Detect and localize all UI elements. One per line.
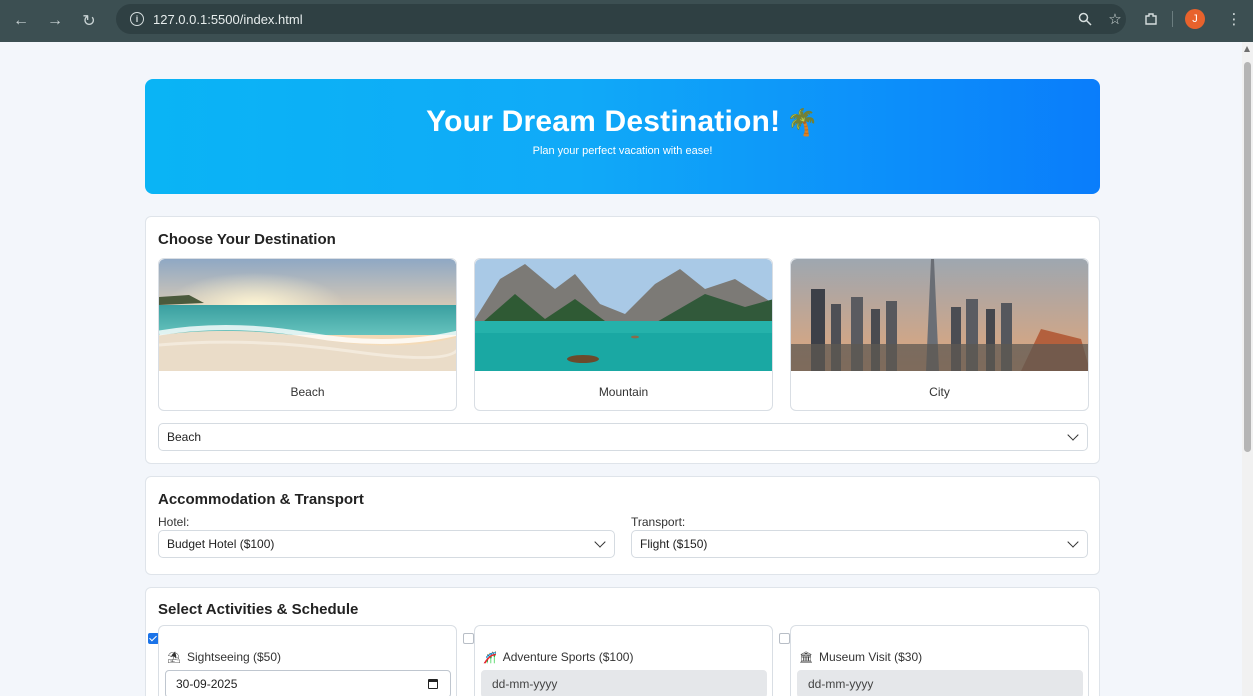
scroll-up-icon[interactable] [1244, 46, 1250, 52]
reload-icon[interactable]: ↻ [76, 8, 102, 34]
accommodation-section: Accommodation & Transport Hotel: Budget … [145, 476, 1100, 575]
activities-section: Select Activities & Schedule ⛱ Sightseei… [145, 587, 1100, 696]
hero-title: Your Dream Destination! [426, 105, 781, 138]
city-image [791, 259, 1088, 371]
activity-label: Sightseeing ($50) [186, 650, 282, 664]
sightseeing-icon: ⛱ [167, 651, 181, 664]
palm-tree-icon: 🌴 [786, 107, 819, 137]
transport-select[interactable]: Flight ($150) [631, 530, 1088, 558]
address-url[interactable]: 127.0.0.1:5500/index.html [153, 12, 303, 27]
activity-date-input[interactable]: 30-09-2025 [165, 670, 451, 696]
destination-card-mountain[interactable]: Mountain [474, 258, 773, 411]
destination-select[interactable]: Beach [158, 423, 1088, 451]
museum-icon: 🏛 [799, 651, 813, 664]
activity-card-adventure: 🎢 Adventure Sports ($100) dd-mm-yyyy [474, 625, 773, 696]
scrollbar-thumb[interactable] [1244, 62, 1251, 452]
hero-title-row: Your Dream Destination! 🌴 [145, 105, 1100, 139]
destination-card-beach[interactable]: Beach [158, 258, 457, 411]
destination-label: Beach [290, 385, 325, 399]
destination-section: Choose Your Destination Beach Mountain C… [145, 216, 1100, 464]
transport-label: Transport: [631, 515, 686, 529]
activity-title: 🎢 Adventure Sports ($100) [483, 650, 633, 664]
back-icon[interactable]: ← [8, 8, 34, 34]
destination-heading: Choose Your Destination [158, 231, 336, 248]
chevron-down-icon [594, 536, 606, 548]
activity-date-value: dd-mm-yyyy [808, 677, 874, 691]
hotel-label: Hotel: [158, 515, 190, 529]
calendar-icon[interactable] [428, 679, 438, 689]
browser-toolbar: ← → ↻ i 127.0.0.1:5500/index.html ☆ J ⋮ [0, 0, 1253, 42]
adventure-icon: 🎢 [483, 651, 497, 664]
activity-date-input[interactable]: dd-mm-yyyy [797, 670, 1083, 696]
address-bar[interactable]: i 127.0.0.1:5500/index.html [116, 4, 1126, 34]
activity-date-value: 30-09-2025 [176, 677, 238, 691]
activity-label: Museum Visit ($30) [818, 650, 923, 664]
destination-label: Mountain [598, 385, 649, 399]
activity-title: ⛱ Sightseeing ($50) [167, 650, 281, 664]
hero-banner: Your Dream Destination! 🌴 Plan your perfe… [145, 79, 1100, 194]
chevron-down-icon [1067, 429, 1079, 441]
toolbar-divider [1172, 11, 1173, 27]
site-info-icon[interactable]: i [130, 12, 144, 26]
destination-card-city[interactable]: City [790, 258, 1089, 411]
activity-title: 🏛 Museum Visit ($30) [799, 650, 922, 664]
activity-date-input[interactable]: dd-mm-yyyy [481, 670, 767, 696]
destination-label: City [929, 385, 950, 399]
bookmark-star-icon[interactable]: ☆ [1100, 4, 1130, 34]
forward-icon[interactable]: → [42, 8, 68, 34]
extensions-icon[interactable] [1136, 4, 1166, 34]
activity-checkbox-museum[interactable] [779, 633, 790, 644]
profile-avatar[interactable]: J [1185, 9, 1205, 29]
mountain-image [475, 259, 772, 371]
hero-subtitle: Plan your perfect vacation with ease! [532, 145, 713, 157]
hotel-select[interactable]: Budget Hotel ($100) [158, 530, 615, 558]
activity-date-value: dd-mm-yyyy [492, 677, 558, 691]
menu-kebab-icon[interactable]: ⋮ [1219, 4, 1249, 34]
activity-card-museum: 🏛 Museum Visit ($30) dd-mm-yyyy [790, 625, 1089, 696]
transport-select-value: Flight ($150) [640, 537, 708, 551]
destination-select-value: Beach [167, 430, 202, 444]
page-scrollbar[interactable] [1242, 42, 1253, 696]
beach-image [159, 259, 456, 371]
zoom-icon[interactable] [1070, 4, 1100, 34]
accommodation-heading: Accommodation & Transport [158, 491, 364, 508]
page-viewport: Your Dream Destination! 🌴 Plan your perfe… [0, 42, 1253, 696]
hotel-select-value: Budget Hotel ($100) [167, 537, 275, 551]
activities-heading: Select Activities & Schedule [158, 601, 359, 618]
activity-label: Adventure Sports ($100) [502, 650, 634, 664]
activity-checkbox-adventure[interactable] [463, 633, 474, 644]
chevron-down-icon [1067, 536, 1079, 548]
activity-card-sightseeing: ⛱ Sightseeing ($50) 30-09-2025 [158, 625, 457, 696]
